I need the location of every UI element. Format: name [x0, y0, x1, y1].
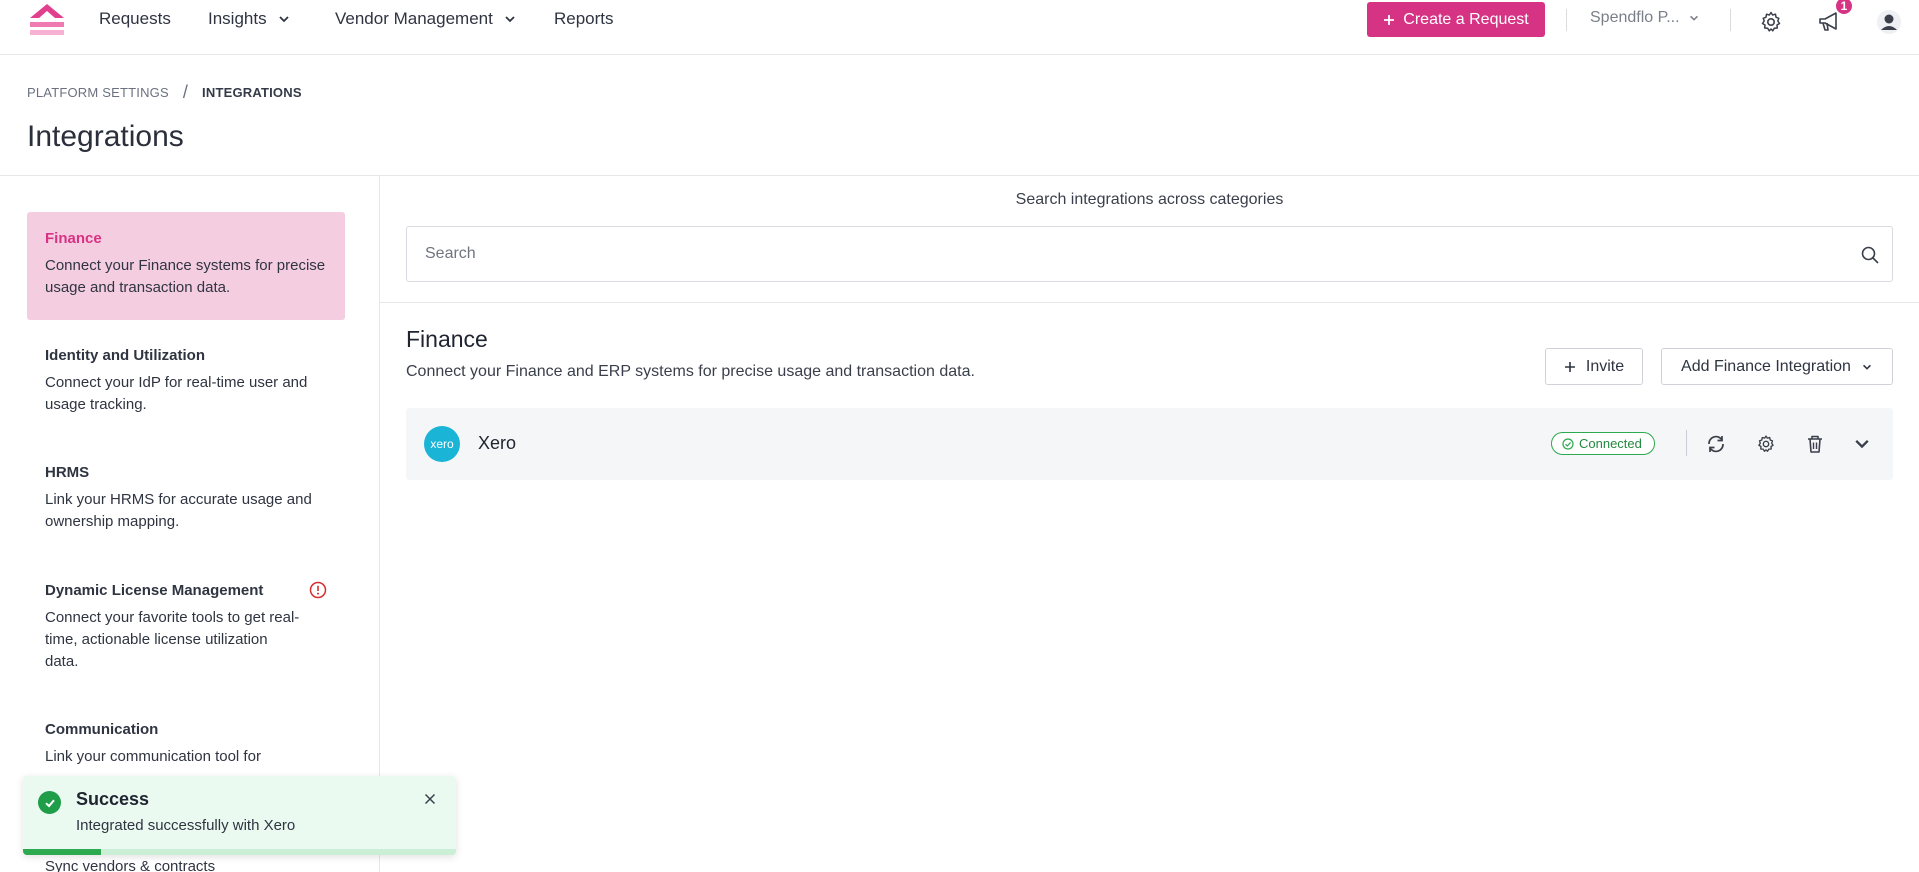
success-check-icon [38, 791, 61, 814]
search-input[interactable] [407, 227, 1837, 281]
sidebar-item-desc: Link your HRMS for accurate usage and ow… [45, 491, 312, 530]
breadcrumb: PLATFORM SETTINGS / INTEGRATIONS [27, 82, 302, 103]
chevron-down-icon [1862, 364, 1871, 370]
delete-button[interactable] [1802, 431, 1828, 457]
plus-icon [1384, 14, 1395, 25]
breadcrumb-platform-settings[interactable]: PLATFORM SETTINGS [27, 85, 169, 100]
invite-label: Invite [1585, 357, 1625, 375]
add-finance-integration-button[interactable]: Add Finance Integration [1661, 348, 1893, 385]
close-icon [424, 793, 436, 805]
chevron-down-icon [1689, 15, 1698, 21]
chevron-down-icon [1855, 439, 1869, 449]
integration-name: Xero [478, 433, 517, 453]
notification-badge: 1 [1834, 0, 1854, 16]
user-menu-button[interactable] [1875, 8, 1903, 36]
toast-progress-bar [23, 849, 101, 855]
nav-insights-label: Insights [208, 9, 267, 28]
chevron-down-icon [278, 16, 289, 23]
nav-insights[interactable]: Insights [208, 9, 291, 29]
expand-button[interactable] [1849, 431, 1875, 457]
gear-icon [1758, 435, 1774, 452]
sidebar-item-desc: Connect your IdP for real-time user and … [45, 374, 308, 413]
sidebar-item-desc: Connect your favorite tools to get real-… [45, 609, 300, 670]
spendflo-logo-icon[interactable] [28, 2, 66, 36]
sidebar-item-desc: Connect your Finance systems for precise… [45, 257, 326, 296]
nav-reports-label: Reports [554, 9, 614, 28]
create-request-label: Create a Request [1403, 10, 1529, 28]
avatar-icon [1877, 10, 1901, 34]
nav-vendor-management[interactable]: Vendor Management [335, 9, 517, 29]
top-navigation: Requests Insights Vendor Management Repo… [0, 0, 1919, 55]
row-divider [1686, 430, 1687, 456]
nav-requests-label: Requests [99, 9, 171, 28]
search-divider [380, 302, 1919, 303]
sidebar-item-desc: Link your communication tool for [45, 748, 261, 765]
sidebar-item-identity-utilization[interactable]: Identity and Utilization Connect your Id… [27, 329, 345, 434]
toast-close-button[interactable] [422, 791, 438, 807]
sidebar-item-hrms[interactable]: HRMS Link your HRMS for accurate usage a… [27, 446, 345, 551]
sidebar-item-title: Communication [45, 721, 159, 738]
integration-settings-button[interactable] [1753, 431, 1779, 457]
search-box [406, 226, 1893, 282]
nav-requests[interactable]: Requests [99, 9, 171, 29]
check-circle-icon [1562, 437, 1574, 450]
status-text: Connected [1579, 436, 1642, 451]
status-badge: Connected [1551, 432, 1655, 455]
section-title: Finance [406, 326, 488, 352]
settings-button[interactable] [1758, 9, 1784, 35]
sidebar-divider [379, 176, 380, 872]
gear-icon [1761, 11, 1781, 32]
nav-divider [1730, 9, 1731, 31]
sidebar-item-finance[interactable]: Finance Connect your Finance systems for… [27, 212, 345, 320]
section-desc: Connect your Finance and ERP systems for… [406, 363, 975, 380]
toast-message: Integrated successfully with Xero [76, 817, 296, 834]
chevron-down-icon [505, 16, 515, 23]
toast-title: Success [76, 789, 150, 809]
nav-reports[interactable]: Reports [554, 9, 614, 29]
trash-icon [1808, 435, 1822, 453]
sidebar-item-title: Dynamic License Management [45, 581, 264, 599]
org-name: Spendflo P... [1590, 9, 1680, 26]
org-switcher[interactable]: Spendflo P... [1590, 9, 1700, 27]
sidebar-item-title-row: Dynamic License Management [45, 581, 327, 599]
header-divider [0, 175, 1919, 176]
refresh-icon [1708, 435, 1724, 453]
xero-logo-icon: xero [424, 426, 460, 462]
search-label: Search integrations across categories [1015, 191, 1284, 208]
breadcrumb-current: INTEGRATIONS [202, 85, 302, 100]
integration-row-xero[interactable]: xero Xero Connected [406, 408, 1893, 480]
nav-vendor-management-label: Vendor Management [335, 9, 493, 28]
nav-divider [1566, 9, 1567, 31]
sidebar-item-peek: Sync vendors & contracts [45, 858, 216, 872]
sidebar-item-title: HRMS [45, 464, 90, 481]
add-integration-label: Add Finance Integration [1681, 357, 1851, 375]
create-request-button[interactable]: Create a Request [1367, 2, 1545, 37]
search-icon[interactable] [1860, 245, 1880, 265]
sidebar-item-title: Identity and Utilization [45, 347, 205, 364]
breadcrumb-separator: / [182, 82, 189, 102]
warning-icon [309, 581, 327, 599]
page-title: Integrations [27, 120, 184, 153]
sync-button[interactable] [1703, 431, 1729, 457]
sidebar-item-dynamic-license-management[interactable]: Dynamic License Management Connect your … [27, 563, 345, 691]
success-toast: Success Integrated successfully with Xer… [23, 776, 456, 855]
invite-button[interactable]: Invite [1545, 348, 1643, 385]
sidebar-item-title: Finance [45, 230, 102, 247]
sidebar-item-communication[interactable]: Communication Link your communication to… [27, 703, 345, 786]
plus-icon [1564, 361, 1575, 372]
